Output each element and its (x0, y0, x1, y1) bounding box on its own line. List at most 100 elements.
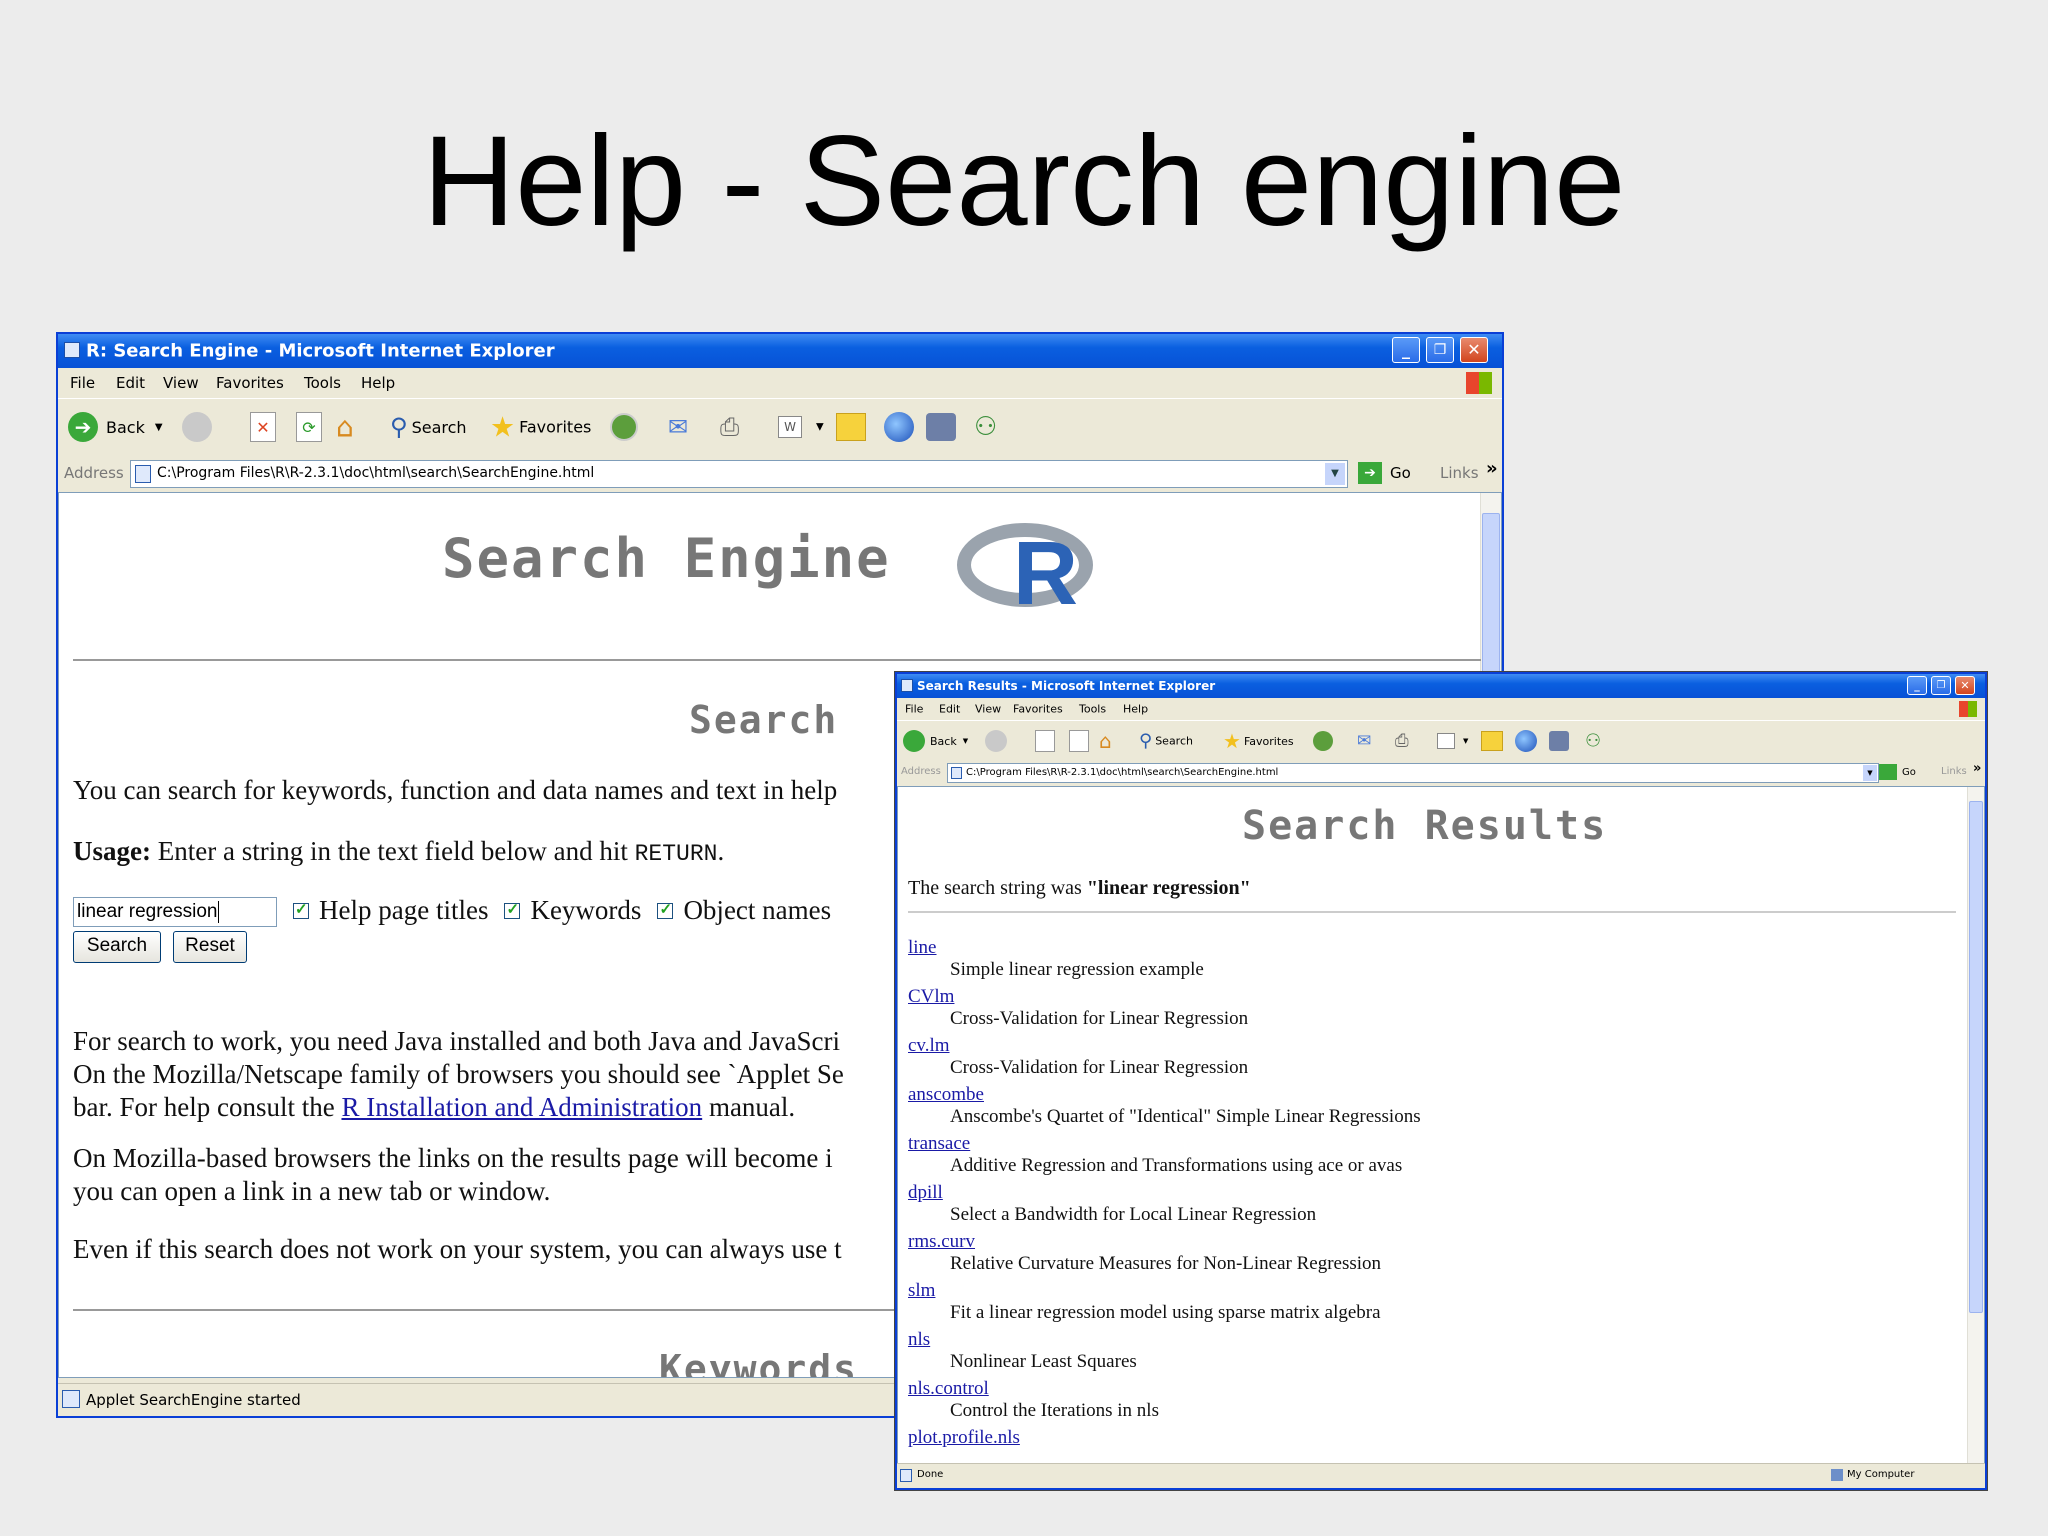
menu-favorites[interactable]: Favorites (216, 374, 284, 392)
go-button[interactable]: Go (1879, 764, 1916, 780)
checkbox-row: Help page titles Keywords Object names (293, 895, 831, 926)
result-desc: Select a Bandwidth for Local Linear Regr… (950, 1204, 1317, 1225)
menu-edit[interactable]: Edit (939, 703, 960, 716)
close-button[interactable]: ✕ (1955, 676, 1975, 695)
chevron-right-icon[interactable]: » (1486, 458, 1498, 479)
r-installation-link[interactable]: R Installation and Administration (341, 1092, 702, 1122)
favorites-button[interactable]: ★ Favorites (1223, 729, 1294, 753)
forward-arrow-icon[interactable] (985, 730, 1007, 752)
edit-icon[interactable]: W (778, 416, 802, 438)
home-icon[interactable]: ⌂ (1099, 729, 1112, 753)
forward-arrow-icon[interactable] (182, 412, 212, 442)
chevron-down-icon: ▼ (154, 421, 163, 433)
research-icon[interactable] (1549, 731, 1569, 751)
chevron-right-icon[interactable]: » (1973, 761, 1981, 776)
print-icon[interactable]: ⎙ (720, 413, 739, 441)
menu-bar: File Edit View Favorites Tools Help (897, 698, 1985, 720)
menu-help[interactable]: Help (361, 374, 395, 392)
menu-tools[interactable]: Tools (1079, 703, 1106, 716)
result-link-slm[interactable]: slm (908, 1280, 935, 1302)
edit-icon[interactable] (1437, 733, 1455, 749)
chevron-down-icon[interactable]: ▼ (816, 422, 824, 433)
usage-text: Usage: Enter a string in the text field … (73, 836, 724, 867)
checkbox-keywords[interactable] (504, 900, 521, 919)
favorites-button[interactable]: ★ Favorites (490, 411, 591, 444)
home-icon[interactable]: ⌂ (336, 411, 354, 444)
vertical-scrollbar[interactable] (1967, 787, 1984, 1463)
mozilla-note-line-1: On Mozilla-based browsers the links on t… (73, 1143, 833, 1173)
history-icon[interactable] (1313, 731, 1333, 751)
menu-file[interactable]: File (70, 374, 95, 392)
stop-icon[interactable]: ✕ (250, 412, 276, 442)
result-desc: Fit a linear regression model using spar… (950, 1302, 1381, 1323)
restore-button[interactable]: ❐ (1931, 676, 1951, 695)
chevron-down-icon[interactable]: ▼ (1863, 765, 1877, 781)
search-label: Search (411, 417, 467, 437)
print-icon[interactable]: ⎙ (1395, 731, 1409, 751)
globe-icon[interactable] (884, 412, 914, 442)
refresh-icon[interactable]: ⟳ (296, 412, 322, 442)
history-icon[interactable] (610, 413, 638, 441)
minimize-button[interactable]: _ (1907, 676, 1927, 695)
links-label[interactable]: Links (1941, 766, 1967, 777)
search-button[interactable]: ⚲ Search (1139, 731, 1193, 752)
page-heading: Search Results (1242, 803, 1608, 849)
result-link-cv-lm[interactable]: cv.lm (908, 1035, 950, 1057)
checkbox-help-page-titles[interactable] (293, 900, 309, 919)
close-button[interactable]: ✕ (1460, 337, 1488, 363)
search-button[interactable]: ⚲ Search (390, 413, 467, 441)
checkbox-object-names[interactable] (657, 900, 674, 919)
java-note-line-1: For search to work, you need Java instal… (73, 1026, 841, 1056)
result-link-transace[interactable]: transace (908, 1133, 970, 1155)
back-button[interactable]: Back ▼ (903, 730, 968, 752)
scroll-thumb[interactable] (1969, 801, 1983, 1313)
menu-favorites[interactable]: Favorites (1013, 703, 1063, 716)
menu-file[interactable]: File (905, 703, 923, 716)
search-submit-button[interactable]: Search (73, 931, 161, 963)
messenger-icon[interactable]: ⚇ (974, 412, 997, 442)
menu-tools[interactable]: Tools (304, 374, 341, 392)
messenger-icon[interactable]: ⚇ (1585, 731, 1601, 752)
reset-button[interactable]: Reset (173, 931, 247, 963)
result-link-nls-control[interactable]: nls.control (908, 1378, 989, 1400)
query-prefix: The search string was (908, 877, 1082, 899)
address-text: C:\Program Files\R\R-2.3.1\doc\html\sear… (966, 767, 1279, 778)
research-icon[interactable] (926, 413, 956, 441)
result-link-rms-curv[interactable]: rms.curv (908, 1231, 975, 1253)
address-input[interactable]: C:\Program Files\R\R-2.3.1\doc\html\sear… (947, 763, 1879, 783)
mail-icon[interactable]: ✉ (668, 413, 688, 441)
window-titlebar[interactable]: R: Search Engine - Microsoft Internet Ex… (58, 334, 1502, 368)
result-link-line[interactable]: line (908, 937, 937, 959)
result-link-dpill[interactable]: dpill (908, 1182, 943, 1204)
result-link-cvlm[interactable]: CVlm (908, 986, 954, 1008)
menu-view[interactable]: View (163, 374, 199, 392)
note-icon[interactable] (1481, 731, 1503, 751)
back-button[interactable]: ➔ Back ▼ (68, 412, 163, 442)
minimize-button[interactable]: _ (1392, 337, 1420, 363)
checkbox-keywords-label: Keywords (530, 895, 642, 925)
globe-icon[interactable] (1515, 730, 1537, 752)
search-input[interactable]: linear regression (73, 897, 277, 927)
status-text: Done (917, 1469, 944, 1480)
result-link-plot-profile-nls[interactable]: plot.profile.nls (908, 1427, 1020, 1449)
restore-button[interactable]: ❐ (1426, 337, 1454, 363)
menu-view[interactable]: View (975, 703, 1001, 716)
result-desc: Simple linear regression example (950, 959, 1204, 980)
menu-help[interactable]: Help (1123, 703, 1148, 716)
menu-edit[interactable]: Edit (116, 374, 145, 392)
chevron-down-icon[interactable]: ▼ (1463, 737, 1468, 745)
note-icon[interactable] (836, 413, 866, 441)
chevron-down-icon[interactable]: ▼ (1325, 463, 1345, 485)
result-desc: Cross-Validation for Linear Regression (950, 1057, 1249, 1078)
window-titlebar[interactable]: Search Results - Microsoft Internet Expl… (897, 674, 1985, 698)
result-link-anscombe[interactable]: anscombe (908, 1084, 984, 1106)
address-input[interactable]: C:\Program Files\R\R-2.3.1\doc\html\sear… (130, 460, 1348, 488)
links-label[interactable]: Links (1440, 464, 1479, 482)
stop-icon[interactable] (1035, 730, 1055, 752)
result-link-nls[interactable]: nls (908, 1329, 930, 1351)
go-button[interactable]: ➔ Go (1358, 462, 1411, 484)
refresh-icon[interactable] (1069, 730, 1089, 752)
mail-icon[interactable]: ✉ (1357, 731, 1371, 751)
result-desc: Additive Regression and Transformations … (950, 1155, 1403, 1176)
go-label: Go (1902, 766, 1916, 778)
